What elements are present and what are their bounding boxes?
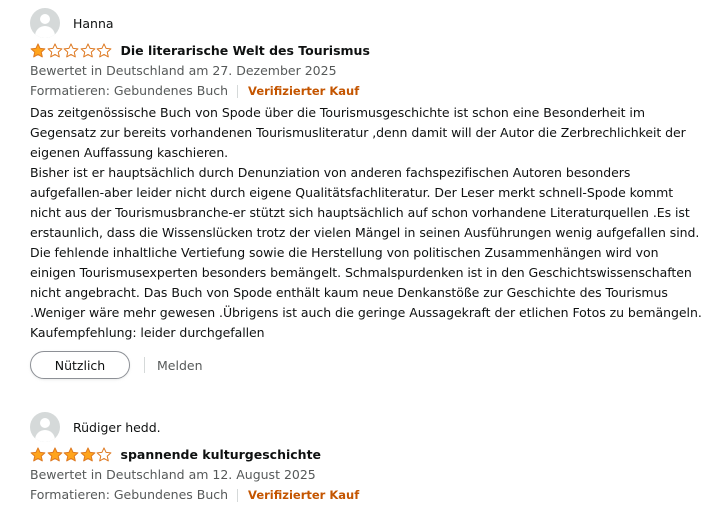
review-title[interactable]: spannende kulturgeschichte bbox=[121, 447, 322, 462]
verified-purchase-badge: Verifizierter Kauf bbox=[248, 84, 360, 98]
review-date: Bewertet in Deutschland am 12. August 20… bbox=[30, 467, 316, 482]
review-body-line: nicht angebracht. Das Buch von Spode ent… bbox=[30, 285, 668, 300]
star-empty-icon bbox=[47, 42, 62, 57]
review-author-name[interactable]: Rüdiger hedd. bbox=[73, 420, 161, 435]
avatar bbox=[30, 8, 60, 38]
star-filled-icon bbox=[80, 446, 95, 461]
review-body-line: einigen Tourismusexperten besonders bemä… bbox=[30, 265, 692, 280]
helpful-button[interactable]: Nützlich bbox=[30, 351, 130, 379]
review-body-line: Kaufempfehlung: leider durchgefallen bbox=[30, 325, 265, 340]
review-body-line: Gegensatz zur bereits vorhandenen Touris… bbox=[30, 125, 686, 140]
review-body-line: Das zeitgenössische Buch von Spode über … bbox=[30, 105, 645, 120]
review-author-row: Hanna bbox=[30, 8, 714, 38]
review-actions: Nützlich Melden bbox=[30, 351, 714, 379]
avatar-head-shape bbox=[40, 418, 50, 428]
star-empty-icon bbox=[96, 42, 112, 57]
review-date: Bewertet in Deutschland am 27. Dezember … bbox=[30, 63, 337, 78]
star-filled-icon bbox=[63, 446, 79, 461]
review-body-line: aufgefallen-aber leider nicht durch eige… bbox=[30, 185, 674, 200]
review-author-name[interactable]: Hanna bbox=[73, 16, 114, 31]
review-card: Hanna Die literarische Welt des Tourismu… bbox=[30, 8, 714, 379]
review-body-line: eigenen Auffassung kaschieren. bbox=[30, 145, 229, 160]
avatar-body-shape bbox=[35, 430, 55, 442]
review-body-line: erstaunlich, dass die Wissenslücken trot… bbox=[30, 225, 700, 240]
review-body-line: nicht aus der Tourismusbranche-er stützt… bbox=[30, 205, 690, 220]
review-title-row: spannende kulturgeschichte bbox=[30, 443, 714, 465]
divider bbox=[237, 488, 239, 502]
review-title-row: Die literarische Welt des Tourismus bbox=[30, 39, 714, 61]
divider bbox=[237, 84, 239, 98]
review-body: Das zeitgenössische Buch von Spode über … bbox=[30, 103, 714, 343]
star-empty-icon bbox=[80, 42, 95, 57]
star-empty-icon bbox=[96, 446, 112, 461]
review-format[interactable]: Formatieren: Gebundenes Buch bbox=[30, 81, 228, 101]
review-body-line: Die fehlende inhaltliche Vertiefung sowi… bbox=[30, 245, 659, 260]
avatar bbox=[30, 412, 60, 442]
avatar-head-shape bbox=[40, 14, 50, 24]
star-rating[interactable] bbox=[30, 446, 113, 462]
review-format-row: Formatieren: Gebundenes Buch Verifiziert… bbox=[30, 485, 714, 505]
report-link[interactable]: Melden bbox=[157, 358, 203, 373]
avatar-body-shape bbox=[35, 26, 55, 38]
star-filled-icon bbox=[47, 446, 62, 461]
review-card: Rüdiger hedd. spannende kulturgeschichte… bbox=[30, 412, 714, 505]
review-body-line: .Weniger wäre mehr gewesen .Übrigens ist… bbox=[30, 305, 702, 320]
review-format[interactable]: Formatieren: Gebundenes Buch bbox=[30, 485, 228, 505]
divider bbox=[144, 357, 145, 373]
star-filled-icon bbox=[30, 446, 46, 461]
review-title[interactable]: Die literarische Welt des Tourismus bbox=[121, 43, 370, 58]
star-rating[interactable] bbox=[30, 42, 113, 58]
review-format-row: Formatieren: Gebundenes Buch Verifiziert… bbox=[30, 81, 714, 101]
star-filled-icon bbox=[30, 42, 46, 57]
verified-purchase-badge: Verifizierter Kauf bbox=[248, 488, 360, 502]
review-body-line: Bisher ist er hauptsächlich durch Denunz… bbox=[30, 165, 631, 180]
star-empty-icon bbox=[63, 42, 79, 57]
review-author-row: Rüdiger hedd. bbox=[30, 412, 714, 442]
